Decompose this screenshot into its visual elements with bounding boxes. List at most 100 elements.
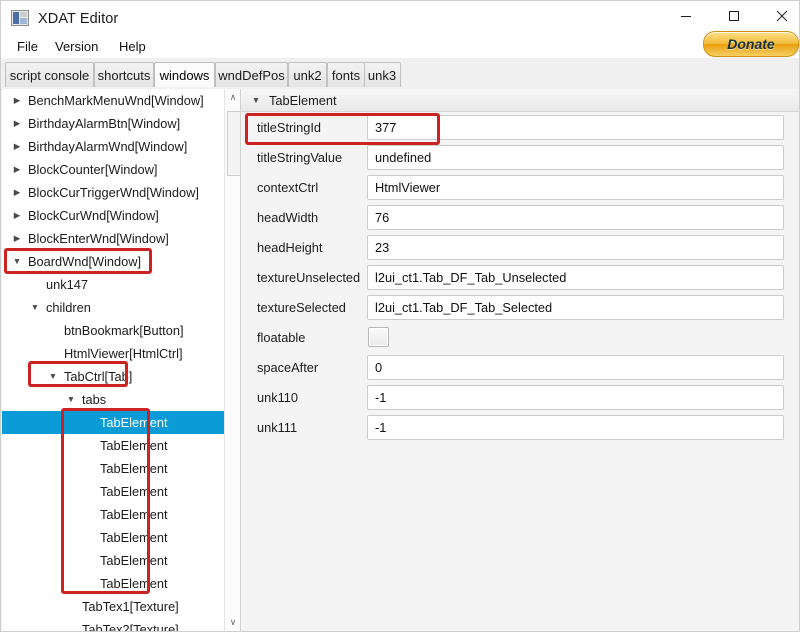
tree-node[interactable]: TabElement: [2, 503, 224, 526]
property-label-headHeight: headHeight: [257, 240, 323, 255]
window-tree-panel: ▶ BenchMarkMenuWnd[Window] ▶ BirthdayAlarmB…: [2, 89, 241, 631]
tab-unk2[interactable]: unk2: [288, 62, 327, 87]
property-input-headWidth[interactable]: [367, 205, 784, 230]
tab-unk3[interactable]: unk3: [363, 62, 401, 87]
property-row: titleStringId: [241, 113, 799, 143]
chevron-right-icon[interactable]: ▶: [10, 119, 24, 128]
tree-node[interactable]: ▶ BenchMarkMenuWnd[Window]: [2, 89, 224, 112]
tree-node-label: children: [46, 300, 91, 315]
tab-label: wndDefPos: [218, 67, 285, 83]
tree-node[interactable]: TabElement: [2, 526, 224, 549]
tree-node[interactable]: TabTex1[Texture]: [2, 595, 224, 618]
tree-node-label: TabTex1[Texture]: [82, 599, 179, 614]
maximize-button[interactable]: [711, 1, 757, 31]
tree-node[interactable]: TabTex2[Texture]: [2, 618, 224, 631]
property-input-textureSelected[interactable]: [367, 295, 784, 320]
tree-node[interactable]: TabElement: [2, 549, 224, 572]
scroll-up-icon[interactable]: ∧: [225, 89, 240, 106]
tree-node-label: HtmlViewer[HtmlCtrl]: [64, 346, 183, 361]
property-label-titleStringValue: titleStringValue: [257, 150, 343, 165]
tree-node-label: BlockCurWnd[Window]: [28, 208, 159, 223]
chevron-down-icon[interactable]: ▼: [28, 303, 42, 312]
tree-node-label: TabElement: [100, 507, 168, 522]
tab-label: unk3: [367, 67, 397, 83]
tree-node-label: unk147: [46, 277, 88, 292]
property-label-contextCtrl: contextCtrl: [257, 180, 319, 195]
property-panel: ▼ TabElement titleStringId titleStringVal…: [241, 89, 799, 631]
tree-node-label: BlockCounter[Window]: [28, 162, 158, 177]
tab-windows[interactable]: windows: [154, 62, 215, 87]
tree-node-label: TabElement: [100, 461, 168, 476]
property-panel-title: TabElement: [269, 92, 337, 108]
chevron-right-icon[interactable]: ▶: [10, 96, 24, 105]
tree-node[interactable]: ▼ children: [2, 296, 224, 319]
property-input-contextCtrl[interactable]: [367, 175, 784, 200]
scrollbar-thumb[interactable]: [227, 111, 240, 176]
tree-node[interactable]: TabElement: [2, 411, 224, 434]
chevron-right-icon[interactable]: ▶: [10, 188, 24, 197]
tree-node[interactable]: ▶ BirthdayAlarmBtn[Window]: [2, 112, 224, 135]
property-label-unk110: unk110: [257, 390, 299, 405]
tree-node[interactable]: TabElement: [2, 457, 224, 480]
tree-node-label: TabElement: [100, 484, 168, 499]
menu-item-version-label: Version: [55, 39, 99, 54]
property-label-spaceAfter: spaceAfter: [257, 360, 319, 375]
property-row: headWidth: [241, 203, 799, 233]
property-input-titleStringId[interactable]: [367, 115, 784, 140]
tree-node[interactable]: ▶ BlockCurTriggerWnd[Window]: [2, 181, 224, 204]
tree-node[interactable]: btnBookmark[Button]: [2, 319, 224, 342]
property-input-titleStringValue[interactable]: [367, 145, 784, 170]
tab-shortcuts[interactable]: shortcuts: [94, 62, 154, 87]
menu-item-help[interactable]: Help: [113, 37, 152, 56]
tree-node-label: tabs: [82, 392, 107, 407]
chevron-down-icon[interactable]: ▼: [10, 257, 24, 266]
property-panel-header[interactable]: ▼ TabElement: [241, 89, 799, 112]
chevron-down-icon[interactable]: ▼: [46, 372, 60, 381]
donate-button[interactable]: Donate: [703, 31, 799, 57]
chevron-right-icon[interactable]: ▶: [10, 211, 24, 220]
property-label-headWidth: headWidth: [257, 210, 319, 225]
tree-node-label: TabElement: [100, 553, 168, 568]
menu-item-help-label: Help: [119, 39, 146, 54]
menu-item-version[interactable]: Version: [49, 37, 104, 56]
tree-node[interactable]: ▼ TabCtrl[Tab]: [2, 365, 224, 388]
tree-node[interactable]: HtmlViewer[HtmlCtrl]: [2, 342, 224, 365]
window-tree[interactable]: ▶ BenchMarkMenuWnd[Window] ▶ BirthdayAlarmB…: [2, 89, 224, 631]
tree-node-label: BirthdayAlarmWnd[Window]: [28, 139, 188, 154]
tree-node[interactable]: ▶ BirthdayAlarmWnd[Window]: [2, 135, 224, 158]
property-input-spaceAfter[interactable]: [367, 355, 784, 380]
main-tab-bar: script console shortcuts windows wndDefPos u…: [1, 59, 799, 90]
tab-script-console[interactable]: script console: [5, 62, 94, 87]
property-input-textureUnselected[interactable]: [367, 265, 784, 290]
chevron-right-icon[interactable]: ▶: [10, 142, 24, 151]
tree-node-label: BoardWnd[Window]: [28, 254, 142, 269]
property-label-floatable: floatable: [257, 330, 306, 345]
tree-node[interactable]: TabElement: [2, 572, 224, 595]
tab-wnddefpos[interactable]: wndDefPos: [215, 62, 288, 87]
tree-node[interactable]: ▶ BlockCounter[Window]: [2, 158, 224, 181]
tree-scrollbar[interactable]: ∧ ∨: [224, 89, 240, 631]
minimize-button[interactable]: [663, 1, 709, 31]
property-row: textureSelected: [241, 293, 799, 323]
chevron-down-icon[interactable]: ▼: [64, 395, 78, 404]
tree-node[interactable]: ▼ BoardWnd[Window]: [2, 250, 224, 273]
tab-fonts[interactable]: fonts: [327, 62, 365, 87]
tree-node[interactable]: TabElement: [2, 434, 224, 457]
tree-node[interactable]: ▶ BlockCurWnd[Window]: [2, 204, 224, 227]
scroll-down-icon[interactable]: ∨: [225, 614, 240, 631]
property-input-headHeight[interactable]: [367, 235, 784, 260]
tree-node-label: BlockEnterWnd[Window]: [28, 231, 169, 246]
menu-item-file[interactable]: File: [11, 37, 44, 56]
tree-node[interactable]: TabElement: [2, 480, 224, 503]
tree-node[interactable]: unk147: [2, 273, 224, 296]
property-input-unk111[interactable]: [367, 415, 784, 440]
property-input-unk110[interactable]: [367, 385, 784, 410]
property-checkbox-floatable[interactable]: [368, 327, 389, 347]
property-row: spaceAfter: [241, 353, 799, 383]
chevron-right-icon[interactable]: ▶: [10, 234, 24, 243]
tree-node[interactable]: ▶ BlockEnterWnd[Window]: [2, 227, 224, 250]
chevron-right-icon[interactable]: ▶: [10, 165, 24, 174]
close-button[interactable]: [759, 1, 800, 31]
tree-node[interactable]: ▼ tabs: [2, 388, 224, 411]
tree-node-label: TabElement: [100, 415, 168, 430]
